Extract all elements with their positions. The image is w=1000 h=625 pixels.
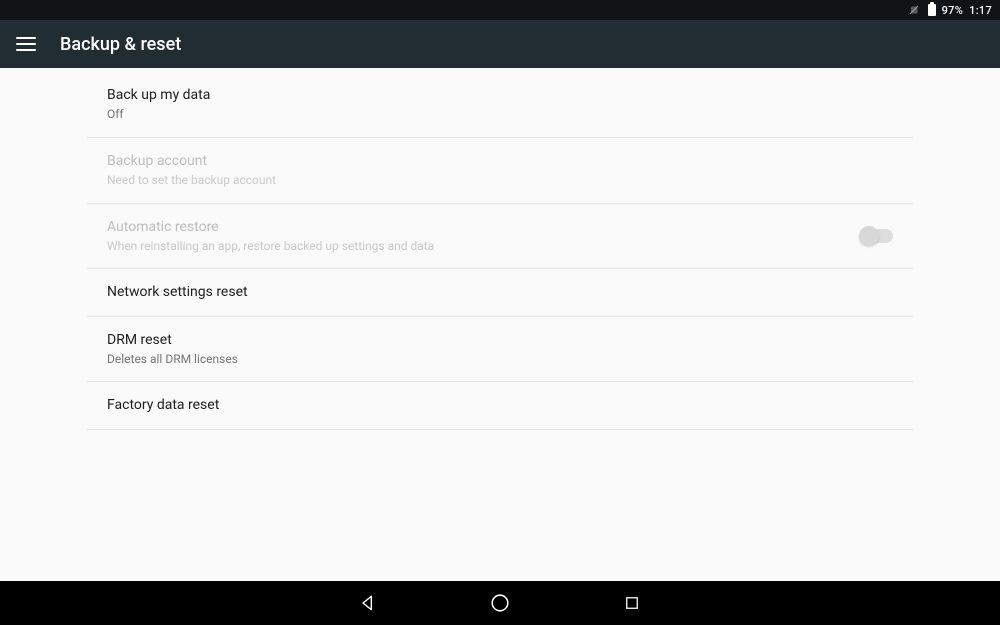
setting-title: Factory data reset	[107, 396, 219, 414]
setting-backup-account: Backup account Need to set the backup ac…	[87, 138, 913, 204]
setting-factory-reset[interactable]: Factory data reset	[87, 382, 913, 429]
battery-icon	[928, 4, 936, 16]
status-clock: 1:17	[969, 4, 992, 17]
setting-subtitle: Off	[107, 107, 210, 123]
setting-title: Back up my data	[107, 86, 210, 104]
toggle-knob	[859, 226, 879, 246]
nav-recent-button[interactable]	[621, 592, 643, 614]
navigation-bar	[0, 581, 1000, 625]
automatic-restore-toggle	[859, 229, 893, 243]
nav-back-button[interactable]	[357, 592, 379, 614]
setting-network-reset[interactable]: Network settings reset	[87, 269, 913, 316]
setting-automatic-restore: Automatic restore When reinstalling an a…	[87, 204, 913, 270]
setting-title: Automatic restore	[107, 218, 434, 236]
setting-title: Network settings reset	[107, 283, 248, 301]
setting-drm-reset[interactable]: DRM reset Deletes all DRM licenses	[87, 317, 913, 383]
settings-content: Back up my data Off Backup account Need …	[0, 68, 1000, 581]
setting-title: DRM reset	[107, 331, 238, 349]
setting-title: Backup account	[107, 152, 276, 170]
setting-subtitle: Deletes all DRM licenses	[107, 352, 238, 368]
no-sim-icon	[908, 4, 920, 16]
status-bar: 97% 1:17	[0, 0, 1000, 20]
setting-subtitle: When reinstalling an app, restore backed…	[107, 239, 434, 255]
nav-home-button[interactable]	[489, 592, 511, 614]
page-title: Backup & reset	[60, 34, 181, 55]
setting-subtitle: Need to set the backup account	[107, 173, 276, 189]
menu-icon[interactable]	[16, 37, 36, 51]
battery-percent: 97%	[942, 4, 964, 17]
settings-list: Back up my data Off Backup account Need …	[87, 68, 913, 430]
app-bar: Backup & reset	[0, 20, 1000, 68]
setting-backup-my-data[interactable]: Back up my data Off	[87, 68, 913, 138]
